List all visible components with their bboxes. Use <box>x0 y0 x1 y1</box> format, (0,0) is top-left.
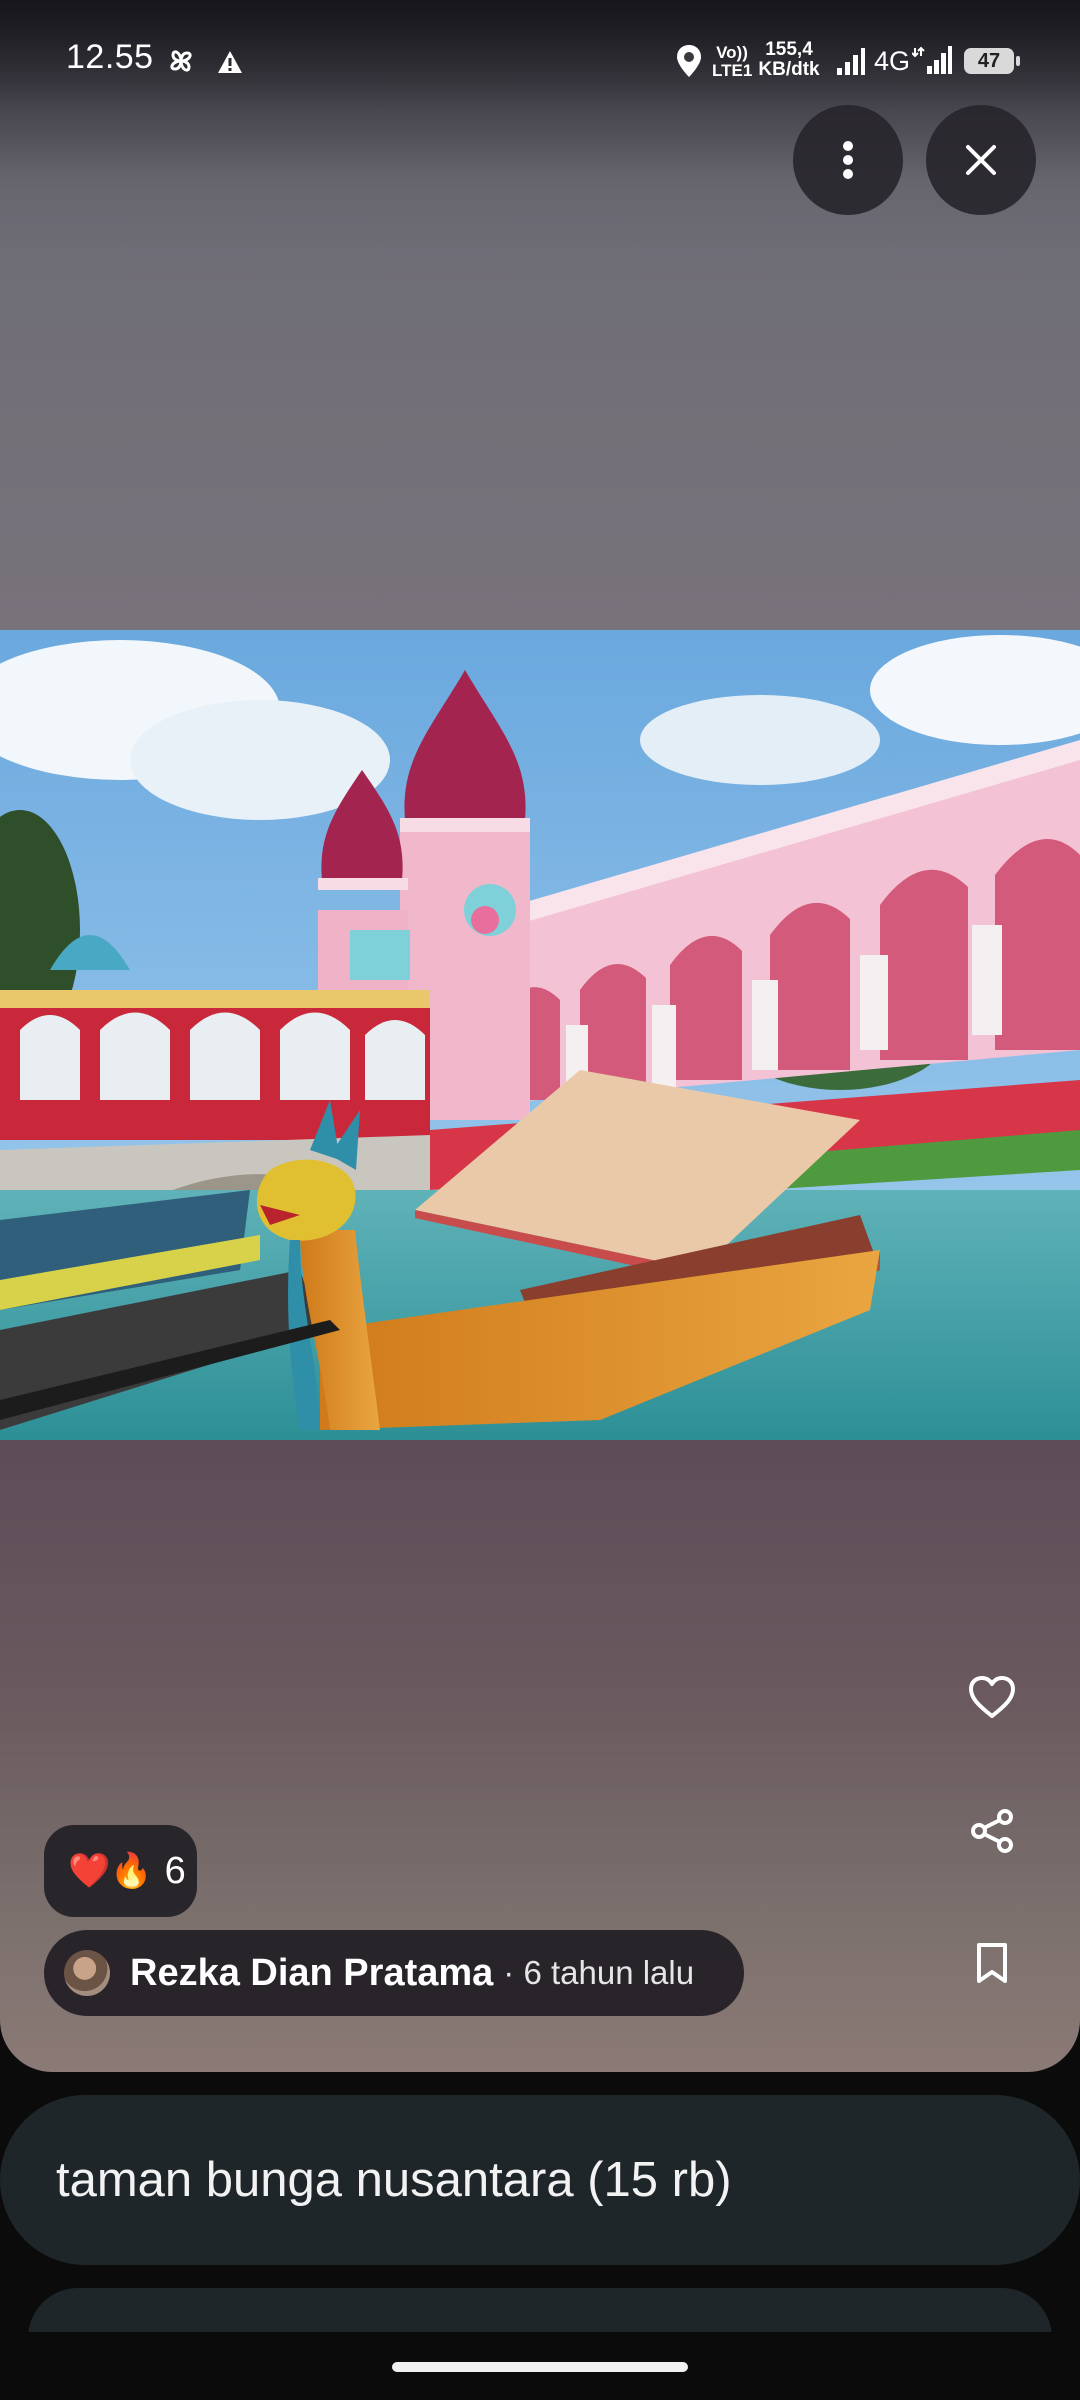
bookmark-icon <box>977 1943 1007 1983</box>
close-button[interactable] <box>926 105 1036 215</box>
battery-indicator: 47 <box>964 48 1020 74</box>
post-time: · 6 tahun lalu <box>503 1954 695 1991</box>
photo-viewer: 12.55 Vo)) LTE1 155,4 KB/dtk 4G 47 ❤️🔥 6… <box>0 0 1080 2072</box>
pinwheel-icon <box>170 50 192 72</box>
location-icon <box>677 45 701 77</box>
avatar <box>64 1950 110 1996</box>
author-chip[interactable]: Rezka Dian Pratama · 6 tahun lalu <box>44 1930 744 2016</box>
more-options-button[interactable] <box>793 105 903 215</box>
bookmark-button[interactable] <box>957 1928 1027 1998</box>
signal-icon <box>837 48 865 75</box>
photo-image <box>0 630 1080 1440</box>
photo[interactable] <box>0 630 1080 1440</box>
share-button[interactable] <box>957 1796 1027 1866</box>
network-speed: 155,4 KB/dtk <box>758 39 820 80</box>
heart-icon <box>969 1676 1015 1718</box>
reaction-emojis: ❤️🔥 <box>68 1852 153 1890</box>
caption-card[interactable]: taman bunga nusantara (15 rb) <box>0 2095 1080 2265</box>
status-bar: 12.55 Vo)) LTE1 155,4 KB/dtk 4G 47 <box>0 0 1080 124</box>
home-indicator[interactable] <box>392 2362 688 2372</box>
like-button[interactable] <box>957 1662 1027 1732</box>
reaction-count: 6 <box>164 1849 186 1892</box>
warning-icon <box>218 51 242 73</box>
author-name: Rezka Dian Pratama <box>130 1951 494 1994</box>
status-time: 12.55 <box>66 38 154 76</box>
close-icon <box>966 145 996 175</box>
reactions-chip[interactable]: ❤️🔥 6 <box>44 1825 197 1917</box>
volte-indicator: Vo)) LTE1 <box>712 43 753 80</box>
more-vertical-icon <box>843 141 853 179</box>
network-type: 4G <box>874 46 911 76</box>
caption-text: taman bunga nusantara (15 rb) <box>56 2153 732 2207</box>
signal-data-icon <box>912 46 952 74</box>
share-icon <box>971 1809 1013 1853</box>
